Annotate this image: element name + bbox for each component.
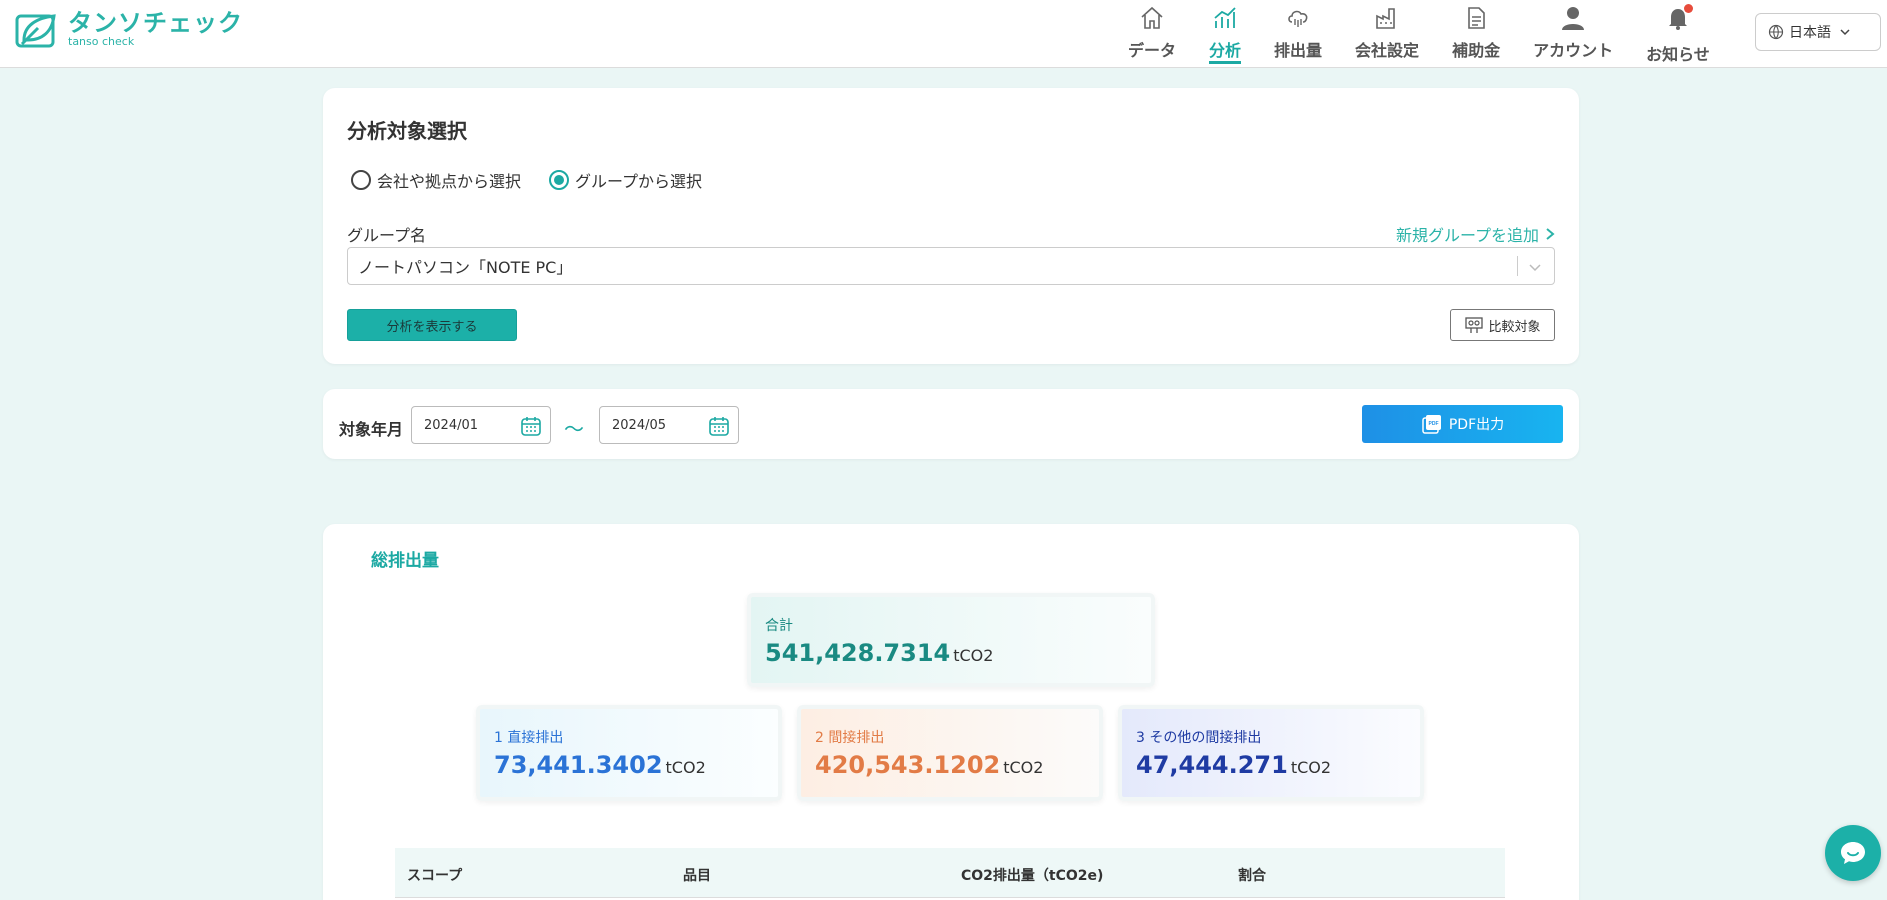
period-separator: 〜 [564,417,584,441]
total-emissions-card: 総排出量 合計 541,428.7314 tCO2 1 直接排出 73,441.3… [323,524,1579,900]
nav-label-account: アカウント [1533,41,1614,60]
nav-label-analysis: 分析 [1209,37,1242,64]
radio-company-site-label: 会社や拠点から選択 [377,172,522,191]
pdf-export-label: PDF出力 [1448,417,1505,433]
chat-support-button[interactable] [1825,825,1881,881]
pdf-export-button[interactable]: PDF PDF出力 [1362,405,1563,443]
column-header-co2[interactable]: CO2排出量（tCO2e) [961,865,1103,885]
add-group-link[interactable]: 新規グループを追加 [1396,222,1555,246]
notification-dot [1683,4,1693,13]
language-label: 日本語 [1789,25,1831,41]
analysis-target-card: 分析対象選択 会社や拠点から選択 グループから選択 グループ名 新規グループを追… [323,88,1579,364]
chart-icon [1214,7,1236,28]
nav-item-subsidy[interactable]: 補助金 [1452,0,1500,68]
document-icon [1468,7,1485,29]
nav-item-notices[interactable]: お知らせ [1646,0,1710,68]
brand-name: タンソチェック [68,9,243,37]
end-month-value: 2024/05 [612,417,667,433]
compare-target-button[interactable]: 比較対象 [1450,309,1555,341]
main-nav: データ 分析 排出量 会社設定 補助金 アカウント お知らせ [1128,0,1743,68]
scope2-label: 2 間接排出 [815,730,885,746]
chevron-down-icon [1840,29,1850,36]
select-separator [1517,256,1518,276]
pdf-icon: PDF [1422,415,1441,434]
scope3-value-row: 47,444.271 tCO2 [1136,751,1331,779]
brand-subtitle: tanso check [68,35,135,48]
group-select-value: ノートパソコン「NOTE PC」 [358,258,573,277]
chat-icon [1841,842,1865,864]
group-name-label: グループ名 [347,226,427,245]
analysis-target-title: 分析対象選択 [347,119,467,143]
svg-text:PDF: PDF [1428,421,1438,427]
nav-item-analysis[interactable]: 分析 [1209,0,1242,68]
nav-item-account[interactable]: アカウント [1533,0,1613,68]
bell-icon-wrapper [1665,4,1693,35]
top-header: タンソチェック tanso check データ 分析 排出量 会社設定 補助金 … [0,0,1887,68]
scope2-stat: 2 間接排出 420,543.1202 tCO2 [797,705,1103,801]
total-value: 541,428.7314 [765,639,951,667]
nav-label-notices: お知らせ [1646,45,1710,64]
scope3-label: 3 その他の間接排出 [1136,730,1262,746]
scope2-unit: tCO2 [1003,758,1044,777]
radio-company-site[interactable]: 会社や拠点から選択 [351,168,521,192]
nav-label-company-settings: 会社設定 [1355,41,1420,60]
period-label: 対象年月 [339,420,404,439]
globe-icon [1768,24,1784,40]
brand-logo[interactable]: タンソチェック tanso check [14,10,243,50]
radio-circle-unchecked[interactable] [351,170,371,190]
selection-mode-radios: 会社や拠点から選択 グループから選択 [351,168,730,192]
scope2-value-row: 420,543.1202 tCO2 [815,751,1043,779]
language-selector[interactable]: 日本語 [1755,13,1881,51]
radio-circle-checked[interactable] [549,170,570,190]
nav-label-data: データ [1128,41,1177,60]
scope1-value: 73,441.3402 [494,751,663,779]
radio-group-label: グループから選択 [575,172,703,191]
column-header-item[interactable]: 品目 [683,865,711,885]
scope3-value: 47,444.271 [1136,751,1288,779]
total-emissions-title: 総排出量 [371,551,439,571]
leaf-logo-icon [15,14,56,48]
total-unit: tCO2 [953,646,994,665]
scope3-unit: tCO2 [1290,758,1332,777]
show-analysis-button[interactable]: 分析を表示する [347,309,517,341]
nav-item-emissions[interactable]: 排出量 [1274,0,1322,68]
start-month-input[interactable]: 2024/01 [411,406,551,444]
start-month-value: 2024/01 [424,417,479,433]
total-value-row: 541,428.7314 tCO2 [765,639,993,667]
scope2-value: 420,543.1202 [815,751,1001,779]
calendar-icon[interactable] [708,415,730,437]
column-header-scope[interactable]: スコープ [407,865,462,885]
scope3-stat: 3 その他の間接排出 47,444.271 tCO2 [1118,705,1424,801]
factory-icon [1376,8,1395,29]
add-group-label: 新規グループを追加 [1395,226,1539,245]
compare-target-label: 比較対象 [1488,319,1541,335]
radio-group[interactable]: グループから選択 [549,168,702,192]
chevron-right-icon [1546,228,1555,240]
compare-icon [1465,317,1484,333]
scope1-unit: tCO2 [665,758,706,777]
nav-item-data[interactable]: データ [1128,0,1176,68]
end-month-input[interactable]: 2024/05 [599,406,739,444]
calendar-icon[interactable] [520,415,542,437]
period-card: 対象年月 2024/01 〜 2024/05 PDF PDF出力 [323,389,1579,459]
emissions-table-header: スコープ 品目 CO2排出量（tCO2e) 割合 [395,848,1505,898]
chevron-down-icon [1529,264,1541,272]
cloud-icon [1288,10,1308,27]
column-header-ratio[interactable]: 割合 [1238,865,1266,885]
user-icon [1562,7,1585,30]
home-icon [1141,6,1163,29]
group-select[interactable]: ノートパソコン「NOTE PC」 [347,247,1555,285]
scope1-label: 1 直接排出 [494,730,564,746]
nav-item-company-settings[interactable]: 会社設定 [1355,0,1419,68]
scope1-value-row: 73,441.3402 tCO2 [494,751,706,779]
nav-label-emissions: 排出量 [1274,41,1323,60]
total-emissions-stat: 合計 541,428.7314 tCO2 [747,593,1155,687]
total-label: 合計 [765,618,793,634]
scope1-stat: 1 直接排出 73,441.3402 tCO2 [476,705,782,801]
nav-label-subsidy: 補助金 [1452,41,1501,60]
